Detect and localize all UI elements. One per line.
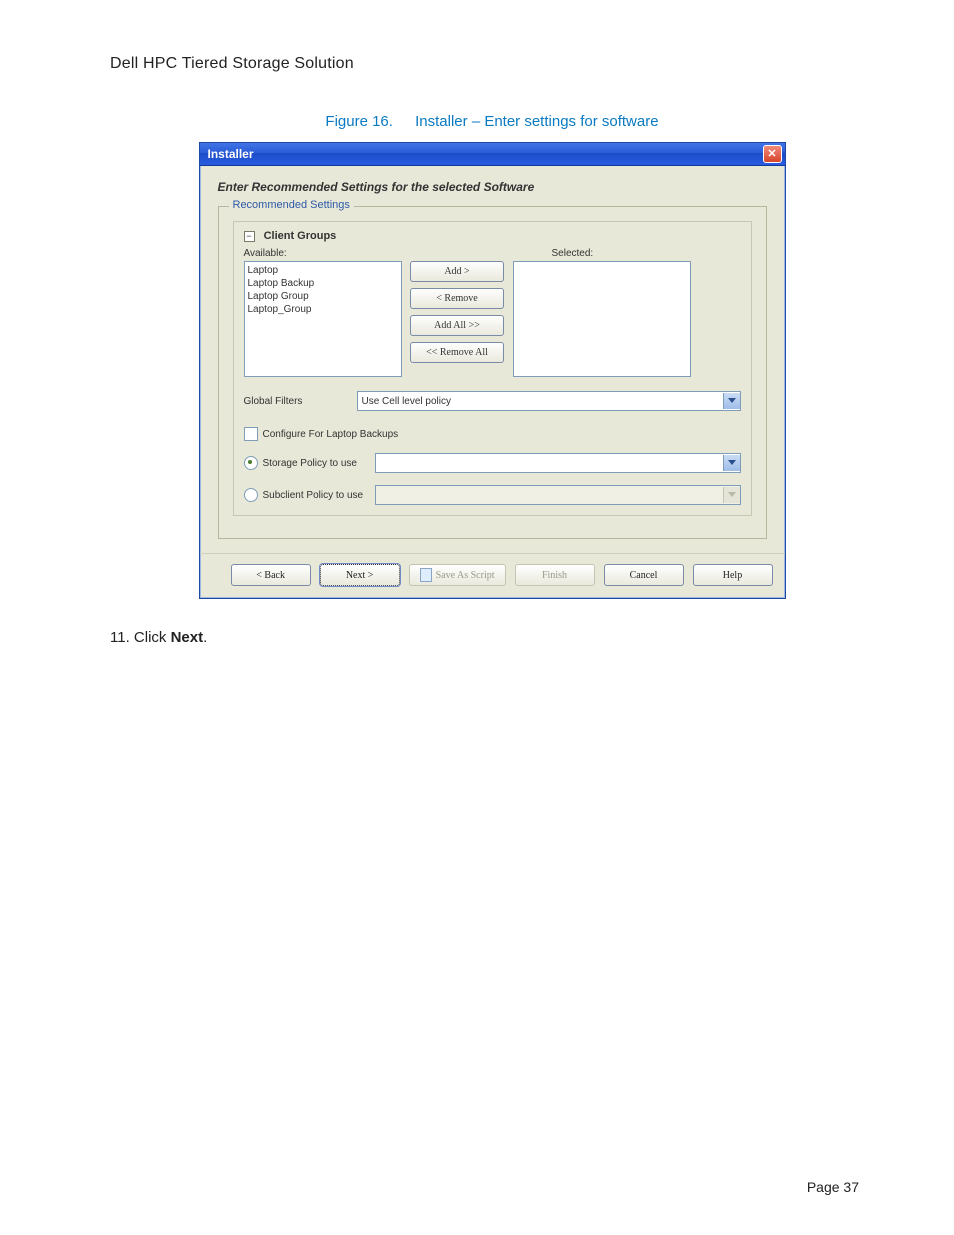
instruction-bold: Next: [171, 629, 204, 646]
subclient-policy-radio[interactable]: [244, 488, 258, 502]
storage-policy-radio[interactable]: [244, 456, 258, 470]
list-item[interactable]: Laptop: [248, 264, 398, 277]
client-groups-title: Client Groups: [264, 230, 337, 242]
script-icon: [420, 568, 432, 582]
help-button[interactable]: Help: [693, 564, 773, 586]
figure-title: Installer – Enter settings for software: [415, 113, 658, 130]
chevron-down-icon: [723, 487, 740, 503]
list-item[interactable]: Laptop Backup: [248, 277, 398, 290]
list-item[interactable]: Laptop_Group: [248, 303, 398, 316]
collapse-icon[interactable]: −: [244, 231, 255, 242]
selected-label: Selected:: [552, 248, 594, 259]
recommended-settings-fieldset: Recommended Settings − Client Groups Ava…: [218, 206, 767, 539]
available-label: Available:: [244, 248, 449, 259]
next-button[interactable]: Next >: [320, 564, 400, 586]
add-all-button[interactable]: Add All >>: [410, 315, 504, 336]
selected-listbox[interactable]: [513, 261, 691, 377]
instruction-pre: Click: [134, 629, 171, 646]
storage-policy-dropdown[interactable]: [375, 453, 741, 473]
global-filters-value: Use Cell level policy: [362, 396, 451, 407]
titlebar: Installer ✕: [200, 143, 785, 166]
configure-laptop-label: Configure For Laptop Backups: [263, 429, 399, 440]
figure-number: Figure 16.: [325, 113, 393, 130]
step-number: 11.: [110, 629, 130, 646]
finish-button: Finish: [515, 564, 595, 586]
instruction-post: .: [203, 629, 207, 646]
client-groups-panel: − Client Groups Available: Selected: Lap…: [233, 221, 752, 516]
list-item[interactable]: Laptop Group: [248, 290, 398, 303]
back-button[interactable]: < Back: [231, 564, 311, 586]
chevron-down-icon[interactable]: [723, 455, 740, 471]
subclient-policy-label: Subclient Policy to use: [263, 490, 364, 501]
instruction-step: 11. Click Next.: [110, 629, 874, 646]
figure-caption: Figure 16. Installer – Enter settings fo…: [110, 113, 874, 130]
storage-policy-label: Storage Policy to use: [263, 458, 358, 469]
global-filters-label: Global Filters: [244, 396, 349, 407]
dialog-footer: < Back Next > Save As Script Finish Canc…: [200, 553, 785, 598]
add-button[interactable]: Add >: [410, 261, 504, 282]
document-header: Dell HPC Tiered Storage Solution: [110, 55, 874, 73]
save-as-script-button: Save As Script: [409, 564, 506, 586]
save-as-script-label: Save As Script: [436, 570, 495, 581]
global-filters-dropdown[interactable]: Use Cell level policy: [357, 391, 741, 411]
client-groups-header[interactable]: − Client Groups: [244, 230, 741, 242]
page-number: Page 37: [807, 1179, 859, 1195]
subclient-policy-dropdown: [375, 485, 741, 505]
close-icon[interactable]: ✕: [763, 145, 782, 163]
fieldset-legend: Recommended Settings: [229, 199, 354, 211]
available-listbox[interactable]: Laptop Laptop Backup Laptop Group Laptop…: [244, 261, 402, 377]
installer-window: Installer ✕ Enter Recommended Settings f…: [199, 142, 786, 599]
configure-laptop-checkbox[interactable]: [244, 427, 258, 441]
cancel-button[interactable]: Cancel: [604, 564, 684, 586]
remove-button[interactable]: < Remove: [410, 288, 504, 309]
chevron-down-icon[interactable]: [723, 393, 740, 409]
window-title: Installer: [208, 147, 254, 161]
window-heading: Enter Recommended Settings for the selec…: [218, 180, 767, 194]
remove-all-button[interactable]: << Remove All: [410, 342, 504, 363]
